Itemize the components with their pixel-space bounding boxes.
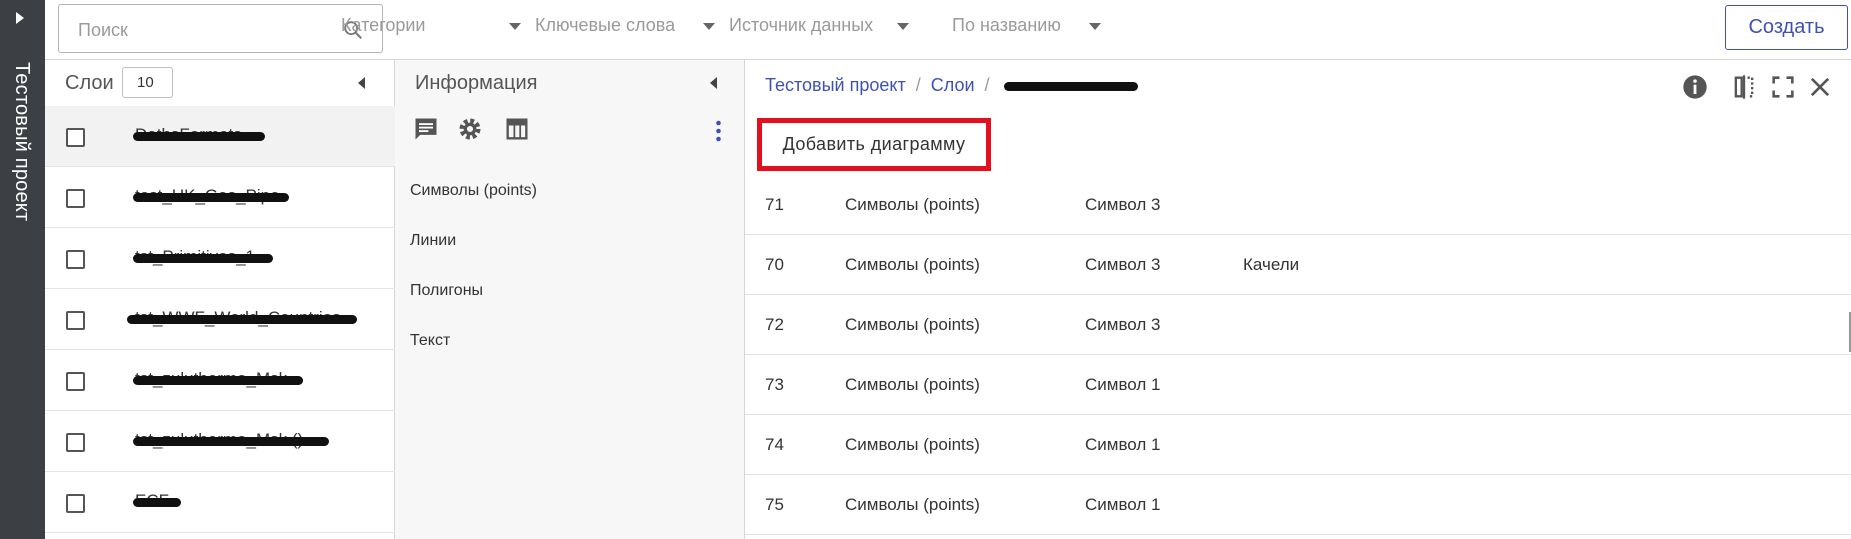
row-type: Символы (points) <box>845 315 980 334</box>
gear-icon[interactable] <box>456 115 484 143</box>
row-type: Символы (points) <box>845 255 980 274</box>
layers-panel: Слои 10 DatbsFormats test_UK_Gas_Pipe ts… <box>45 60 395 539</box>
project-rail: Тестовый проект <box>0 0 45 539</box>
table-row[interactable]: 72 Символы (points) Символ 3 <box>745 295 1851 355</box>
chevron-down-icon <box>1089 23 1101 30</box>
layer-checkbox[interactable] <box>66 311 85 330</box>
row-type: Символы (points) <box>845 375 980 394</box>
table-row[interactable]: 71 Символы (points) Символ 3 <box>745 175 1851 235</box>
filter-label: По названию <box>952 15 1061 35</box>
redaction-mark <box>133 132 265 141</box>
close-icon[interactable] <box>1806 73 1834 101</box>
row-type: Символы (points) <box>845 435 980 454</box>
redaction-mark <box>127 315 357 324</box>
row-type: Символы (points) <box>845 495 980 514</box>
more-vert-icon[interactable] <box>716 120 721 142</box>
redaction-mark <box>133 193 289 202</box>
split-view-icon[interactable] <box>1730 73 1758 101</box>
breadcrumb-separator: / <box>915 75 921 95</box>
redaction-mark <box>133 437 329 446</box>
breadcrumb-separator: / <box>984 75 990 95</box>
table-icon[interactable] <box>503 115 531 143</box>
add-chart-button[interactable]: Добавить диаграмму <box>757 118 991 171</box>
layer-row[interactable]: tst_zuluthermo_Msk <box>45 350 395 411</box>
project-title[interactable]: Тестовый проект <box>10 62 33 221</box>
expand-arrow-icon[interactable] <box>16 12 24 24</box>
redaction-mark <box>133 498 181 507</box>
layer-row[interactable]: DatbsFormats <box>45 106 395 167</box>
info-title: Информация <box>415 72 538 94</box>
top-bar: Поиск Категории Ключевые слова Источник … <box>45 0 1851 60</box>
info-item-symbols[interactable]: Символы (points) <box>410 182 537 200</box>
layer-checkbox[interactable] <box>66 250 85 269</box>
row-symbol: Символ 3 <box>1085 195 1161 214</box>
row-id: 70 <box>765 255 784 274</box>
filter-label: Категории <box>341 15 426 35</box>
info-item-lines[interactable]: Линии <box>410 232 456 250</box>
row-extra: Качели <box>1243 255 1300 274</box>
breadcrumb-layers[interactable]: Слои <box>931 75 975 95</box>
fullscreen-icon[interactable] <box>1769 73 1797 101</box>
row-type: Символы (points) <box>845 195 980 214</box>
table-row[interactable]: 73 Символы (points) Символ 1 <box>745 355 1851 415</box>
layer-checkbox[interactable] <box>66 433 85 452</box>
table-row[interactable]: 70 Символы (points) Символ 3 Качели <box>745 235 1851 295</box>
filter-keywords[interactable]: Ключевые слова <box>535 15 715 36</box>
layer-row[interactable]: test_UK_Gas_Pipe <box>45 167 395 228</box>
chevron-down-icon <box>703 23 715 30</box>
info-item-polygons[interactable]: Полигоны <box>410 282 483 300</box>
layer-row[interactable]: ECF <box>45 472 395 533</box>
layers-title: Слои <box>65 72 114 94</box>
detail-panel: Тестовый проект / Слои / Добавить диаграмму… <box>745 60 1851 539</box>
filter-categories[interactable]: Категории <box>341 15 521 36</box>
breadcrumb-project[interactable]: Тестовый проект <box>765 75 906 95</box>
row-symbol: Символ 1 <box>1085 435 1161 454</box>
row-symbol: Символ 1 <box>1085 375 1161 394</box>
create-button[interactable]: Создать <box>1725 5 1848 50</box>
search-placeholder: Поиск <box>78 20 128 40</box>
collapse-left-icon[interactable] <box>358 77 365 89</box>
comment-icon[interactable] <box>412 115 440 143</box>
redaction-mark <box>133 254 273 263</box>
layer-checkbox[interactable] <box>66 189 85 208</box>
row-symbol: Символ 3 <box>1085 315 1161 334</box>
row-id: 72 <box>765 315 784 334</box>
breadcrumb: Тестовый проект / Слои / <box>765 75 1138 96</box>
row-symbol: Символ 3 <box>1085 255 1161 274</box>
search-input[interactable]: Поиск <box>58 4 383 53</box>
redaction-mark <box>133 376 303 385</box>
layers-header: Слои 10 <box>45 60 395 106</box>
chevron-down-icon <box>897 23 909 30</box>
row-id: 73 <box>765 375 784 394</box>
layer-row[interactable]: tst_zuluthermo_Msk () <box>45 411 395 472</box>
layer-row[interactable]: tst_WWF_World_Countries <box>45 289 395 350</box>
sort-by-name[interactable]: По названию <box>952 15 1101 36</box>
collapse-left-icon[interactable] <box>710 77 717 89</box>
info-panel: Информация Символы (points) Линии Полиго… <box>395 60 745 539</box>
row-id: 75 <box>765 495 784 514</box>
table-row[interactable]: 75 Символы (points) Символ 1 <box>745 475 1851 535</box>
layer-checkbox[interactable] <box>66 128 85 147</box>
table-row[interactable]: 74 Символы (points) Символ 1 <box>745 415 1851 475</box>
layer-checkbox[interactable] <box>66 372 85 391</box>
row-id: 74 <box>765 435 784 454</box>
layer-row[interactable]: tst_Primitives_1 <box>45 228 395 289</box>
filter-label: Источник данных <box>729 15 874 35</box>
row-symbol: Символ 1 <box>1085 495 1161 514</box>
layers-count-input[interactable]: 10 <box>122 67 173 98</box>
info-item-text[interactable]: Текст <box>410 332 450 350</box>
row-id: 71 <box>765 195 784 214</box>
info-icon[interactable] <box>1681 73 1709 101</box>
filter-label: Ключевые слова <box>535 15 676 35</box>
redaction-mark <box>1003 81 1138 91</box>
layer-checkbox[interactable] <box>66 494 85 513</box>
chevron-down-icon <box>509 23 521 30</box>
filter-data-source[interactable]: Источник данных <box>729 15 909 36</box>
